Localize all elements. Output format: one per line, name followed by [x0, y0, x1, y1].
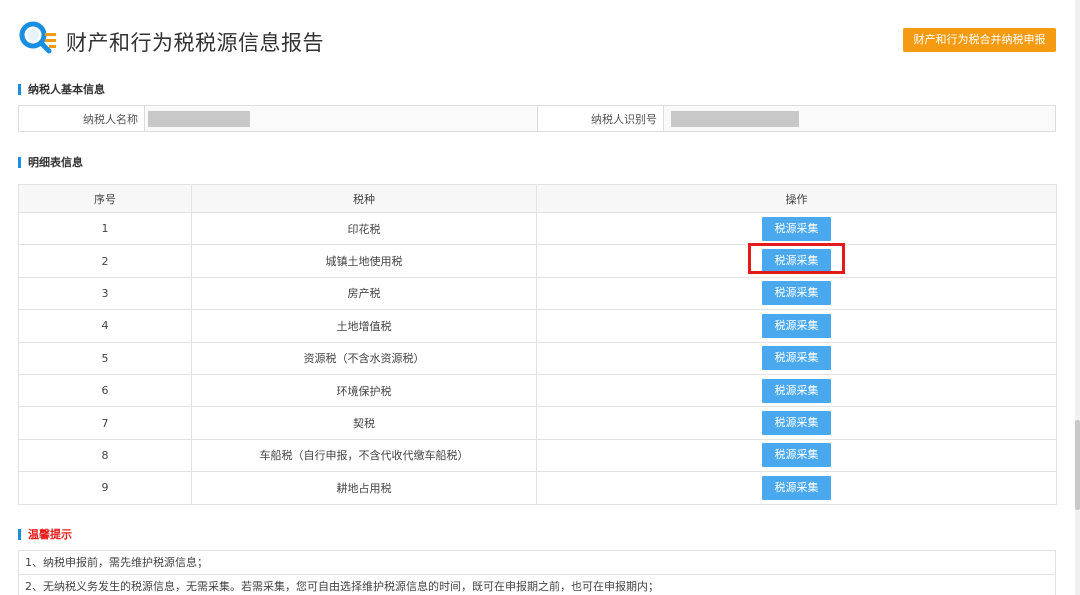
- tax-type: 城镇土地使用税: [191, 244, 537, 278]
- tip-line-2: 2、无纳税义务发生的税源信息，无需采集。若需采集，您可自由选择维护税源信息的时间…: [18, 575, 1056, 595]
- table-row: 9 耕地占用税 税源采集: [18, 471, 1057, 505]
- collect-button-wrap: 税源采集: [762, 313, 831, 338]
- taxpayer-name-label: 纳税人名称: [19, 106, 145, 131]
- row-action: 税源采集: [536, 373, 1057, 408]
- tips-section-title: 温馨提示: [18, 529, 72, 540]
- tax-type: 车船税（自行申报，不含代收代缴车船税）: [191, 438, 537, 473]
- detail-section-title: 明细表信息: [18, 157, 83, 168]
- collect-button-wrap: 税源采集: [762, 216, 831, 241]
- row-action: 税源采集: [536, 341, 1057, 375]
- combined-declaration-button[interactable]: 财产和行为税合并纳税申报: [903, 28, 1056, 52]
- tax-source-collect-button[interactable]: 税源采集: [762, 411, 831, 436]
- collect-button-wrap: 税源采集: [762, 411, 831, 436]
- table-row: 1 印花税 税源采集: [18, 211, 1057, 246]
- table-row: 5 资源税（不含水资源税） 税源采集: [18, 341, 1057, 375]
- tax-type: 契税: [191, 406, 537, 440]
- tax-source-collect-button[interactable]: 税源采集: [762, 346, 831, 371]
- tax-source-collect-button[interactable]: 税源采集: [762, 281, 831, 306]
- taxpayer-section-title: 纳税人基本信息: [18, 84, 105, 95]
- tax-type: 房产税: [191, 276, 537, 311]
- tax-type: 资源税（不含水资源税）: [191, 341, 537, 375]
- row-number: 4: [18, 309, 192, 343]
- table-row: 6 环境保护税 税源采集: [18, 373, 1057, 408]
- table-row: 7 契税 税源采集: [18, 406, 1057, 440]
- column-header-no: 序号: [18, 184, 192, 213]
- tax-source-collect-button[interactable]: 税源采集: [762, 475, 831, 500]
- scrollbar-thumb[interactable]: [1075, 420, 1080, 510]
- page-scrollbar[interactable]: [1075, 0, 1080, 595]
- row-number: 3: [18, 276, 192, 311]
- row-action: 税源采集: [536, 406, 1057, 440]
- detail-table-body: 1 印花税 税源采集 2 城镇土地使用税 税源采集 3 房产税 税源采集 4 土地增值税 税源采集 5 资…: [18, 211, 1057, 505]
- collect-button-wrap: 税源采集: [762, 378, 831, 403]
- taxpayer-name-value: [145, 106, 538, 131]
- tax-source-collect-button[interactable]: 税源采集: [762, 216, 831, 241]
- row-action: 税源采集: [536, 211, 1057, 246]
- row-number: 5: [18, 341, 192, 375]
- taxpayer-id-value: [664, 106, 1055, 131]
- tax-type: 印花税: [191, 211, 537, 246]
- tax-type: 土地增值税: [191, 309, 537, 343]
- detail-table: 序号 税种 操作 1 印花税 税源采集 2 城镇土地使用税 税源采集 3 房产税 税源采集 4 土地…: [18, 184, 1057, 505]
- tax-type: 环境保护税: [191, 373, 537, 408]
- tip-line-1: 1、纳税申报前，需先维护税源信息；: [18, 551, 1056, 575]
- collect-button-wrap: 税源采集: [762, 443, 831, 468]
- column-header-tax: 税种: [191, 184, 537, 213]
- row-number: 6: [18, 373, 192, 408]
- row-number: 9: [18, 471, 192, 505]
- tax-source-collect-button[interactable]: 税源采集: [762, 249, 831, 274]
- column-header-action: 操作: [536, 184, 1057, 213]
- page-header: 财产和行为税税源信息报告 财产和行为税合并纳税申报: [0, 0, 1080, 74]
- tax-source-collect-button[interactable]: 税源采集: [762, 378, 831, 403]
- row-number: 7: [18, 406, 192, 440]
- table-row: 4 土地增值税 税源采集: [18, 309, 1057, 343]
- taxpayer-id-label: 纳税人识别号: [538, 106, 664, 131]
- collect-button-wrap: 税源采集: [762, 281, 831, 306]
- search-list-icon: [19, 21, 56, 54]
- row-number: 2: [18, 244, 192, 278]
- tax-source-collect-button[interactable]: 税源采集: [762, 313, 831, 338]
- redacted-mask: [671, 110, 799, 127]
- row-number: 1: [18, 211, 192, 246]
- page-title: 财产和行为税税源信息报告: [66, 31, 324, 55]
- table-row: 3 房产税 税源采集: [18, 276, 1057, 311]
- collect-button-wrap: 税源采集: [762, 346, 831, 371]
- row-action: 税源采集: [536, 243, 1057, 278]
- tips-list: 1、纳税申报前，需先维护税源信息； 2、无纳税义务发生的税源信息，无需采集。若需…: [18, 550, 1056, 595]
- tax-type: 耕地占用税: [191, 471, 537, 505]
- taxpayer-info-table: 纳税人名称 纳税人识别号: [18, 105, 1056, 132]
- table-header-row: 序号 税种 操作: [18, 184, 1057, 213]
- tax-source-collect-button[interactable]: 税源采集: [762, 443, 831, 468]
- collect-button-wrap: 税源采集: [762, 475, 831, 500]
- row-number: 8: [18, 438, 192, 473]
- collect-button-wrap: 税源采集: [748, 243, 845, 275]
- redacted-mask: [148, 110, 250, 127]
- row-action: 税源采集: [536, 276, 1057, 311]
- row-action: 税源采集: [536, 309, 1057, 343]
- row-action: 税源采集: [536, 471, 1057, 505]
- row-action: 税源采集: [536, 438, 1057, 473]
- table-row: 2 城镇土地使用税 税源采集: [18, 243, 1057, 278]
- table-row: 8 车船税（自行申报，不含代收代缴车船税） 税源采集: [18, 438, 1057, 473]
